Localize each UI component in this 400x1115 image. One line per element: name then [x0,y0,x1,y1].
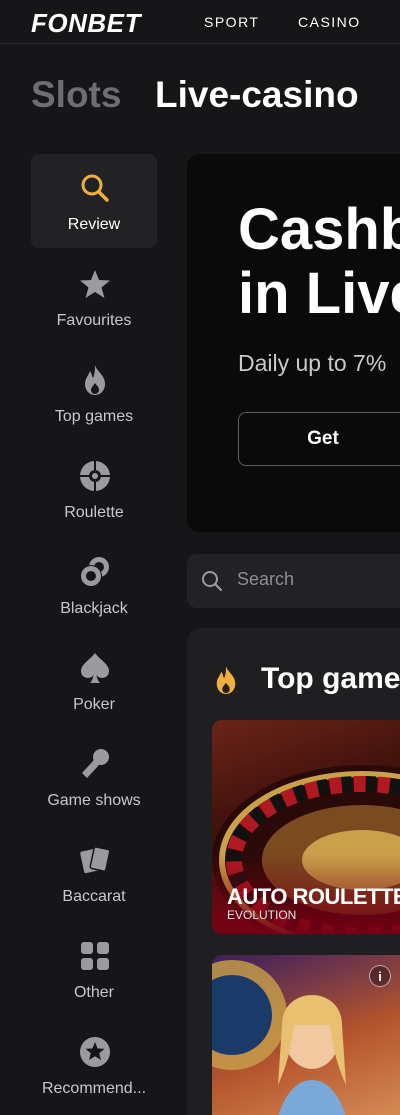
chips-icon [79,556,111,588]
star-icon [79,268,111,300]
sidebar-item-label: Roulette [64,504,124,521]
sidebar-item-label: Game shows [47,792,141,809]
tab-slots[interactable]: Slots [31,74,121,116]
fonbet-logo[interactable]: FONBET [31,8,141,39]
sidebar-item-label: Top games [54,408,134,425]
sidebar-item-poker[interactable]: Poker [31,634,157,728]
sidebar-item-recommended[interactable]: Recommend... [31,1018,157,1112]
sidebar-item-label: Recommend... [41,1080,147,1097]
sidebar-item-label: Baccarat [62,888,126,905]
search-bar[interactable] [187,554,400,608]
cashback-banner[interactable]: Cashb in Live Daily up to 7% Get [187,154,400,532]
game-card[interactable]: i [212,955,400,1115]
flame-icon [213,665,239,700]
section-title: Top games [261,662,400,695]
sidebar-item-baccarat[interactable]: Baccarat [31,826,157,920]
sidebar-item-label: Blackjack [60,600,128,617]
flame-icon [79,364,111,396]
sidebar-item-top-games[interactable]: Top games [31,346,157,440]
sidebar-item-label: Poker [73,696,115,713]
sidebar-item-label: Review [67,216,121,233]
cards-icon [79,844,111,876]
tab-live-casino[interactable]: Live-casino [155,74,359,116]
game-name: AUTO ROULETTE [227,884,400,909]
game-provider: EVOLUTION [227,908,297,922]
search-icon [79,172,111,204]
search-input[interactable] [237,569,397,590]
nav-casino-link[interactable]: CASINO [298,14,361,30]
top-games-section: Top games AUTO ROULETTE EVOLUTION i [187,628,400,1115]
sidebar-item-blackjack[interactable]: Blackjack [31,538,157,632]
nav-sport-link[interactable]: SPORT [204,14,259,30]
sidebar-item-review[interactable]: Review [31,154,157,248]
microphone-icon [79,748,111,780]
get-button[interactable]: Get [238,412,400,466]
grid-icon [79,940,111,972]
spade-icon [79,652,111,684]
roulette-icon [79,460,111,492]
star-circle-icon [79,1036,111,1068]
search-icon [201,570,223,597]
sidebar-item-favourites[interactable]: Favourites [31,250,157,344]
banner-subtitle: Daily up to 7% [238,350,387,376]
info-icon[interactable]: i [369,965,391,987]
game-card[interactable]: AUTO ROULETTE EVOLUTION [212,720,400,934]
sidebar-item-other[interactable]: Other [31,922,157,1016]
sidebar-item-label: Other [73,984,114,1001]
banner-title: Cashb in Live [238,197,400,326]
sidebar-item-label: Favourites [56,312,132,329]
sidebar-item-roulette[interactable]: Roulette [31,442,157,536]
top-navbar: FONBET SPORT CASINO [0,0,400,44]
sidebar-item-game-shows[interactable]: Game shows [31,730,157,824]
